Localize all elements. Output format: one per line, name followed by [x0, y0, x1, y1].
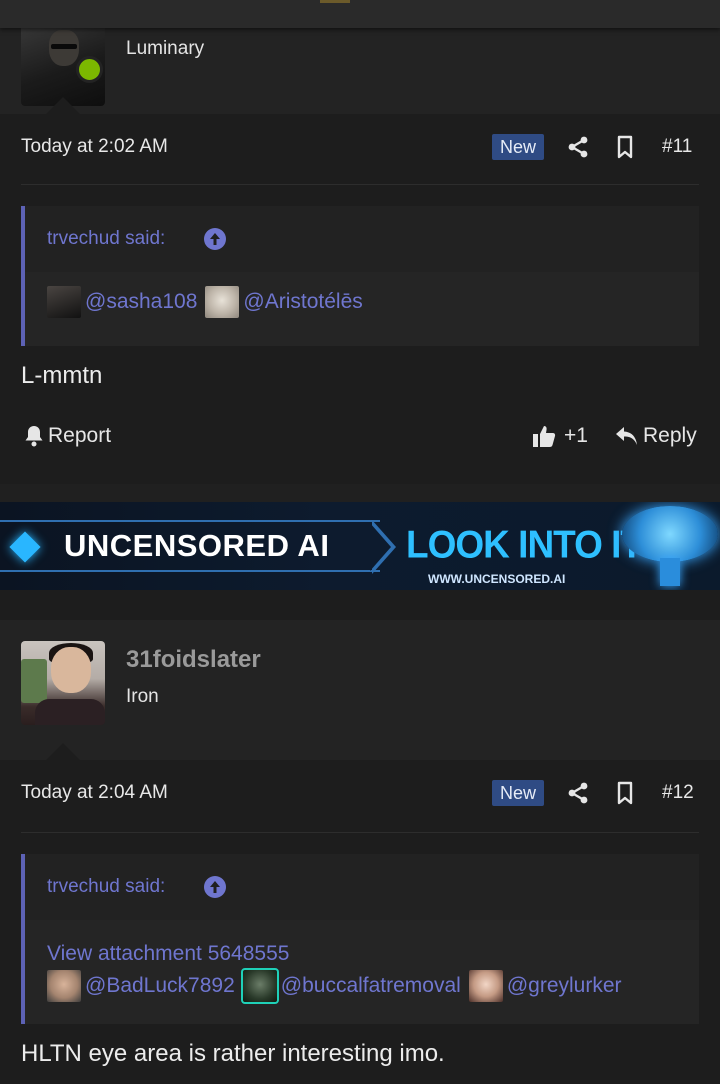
mention-link[interactable]: @greylurker — [507, 974, 622, 998]
banner-chevron-inner — [370, 523, 391, 571]
mini-avatar — [468, 970, 503, 1002]
post-author-block: Luminary — [0, 22, 720, 114]
report-label: Report — [48, 424, 112, 447]
post-date[interactable]: Today at 2:04 AM — [21, 782, 168, 804]
avatar-head — [51, 647, 91, 693]
post-author-block: 31foidslater Iron — [0, 620, 720, 760]
share-icon[interactable] — [566, 135, 590, 159]
divider — [21, 832, 699, 833]
mini-avatar — [47, 286, 81, 318]
attachment-link[interactable]: View attachment 5648555 — [47, 942, 289, 966]
quote-header: trvechud said: — [25, 854, 699, 920]
post-actions: Report +1 Reply — [0, 410, 720, 470]
post-number[interactable]: #11 — [662, 136, 692, 158]
avatar-shirt — [35, 699, 105, 725]
avatar[interactable] — [21, 641, 105, 725]
avatar-cash — [21, 659, 47, 703]
post-12: Today at 2:04 AM New #12 trvechud said: … — [0, 760, 720, 1084]
quote-block: trvechud said: @sasha108 @Aristotélēs — [21, 206, 699, 346]
user-title: Luminary — [126, 38, 205, 59]
post-date[interactable]: Today at 2:02 AM — [21, 136, 168, 158]
mention-link[interactable]: @BadLuck7892 — [85, 974, 235, 998]
bell-icon — [25, 426, 43, 447]
report-button[interactable]: Report — [24, 424, 111, 448]
advertisement-banner[interactable]: UNCENSORED AI LOOK INTO IT WWW.UNCENSORE… — [0, 502, 720, 590]
like-count: +1 — [564, 424, 588, 447]
top-nav-bar — [0, 0, 720, 28]
mention-link[interactable]: @Aristotélēs — [243, 290, 362, 314]
mini-avatar — [240, 968, 279, 1004]
mini-avatar — [47, 970, 81, 1002]
brain-icon — [622, 506, 718, 562]
mention-row: @sasha108 @Aristotélēs — [47, 286, 367, 318]
bookmark-icon[interactable] — [613, 781, 637, 805]
post-message: HLTN eye area is rather interesting imo. — [21, 1040, 445, 1067]
quote-author-link[interactable]: trvechud said: — [47, 228, 165, 250]
arrow-up-circle-icon[interactable] — [204, 876, 226, 898]
quote-block: trvechud said: View attachment 5648555 @… — [21, 854, 699, 1024]
post-meta: Today at 2:04 AM New #12 — [0, 760, 720, 832]
mention-link[interactable]: @sasha108 — [85, 290, 197, 314]
banner-brand: UNCENSORED AI — [64, 528, 330, 563]
mention-row: @BadLuck7892 @buccalfatremoval @greylurk… — [47, 968, 626, 1004]
online-status-indicator — [76, 56, 103, 83]
username[interactable]: 31foidslater — [126, 646, 261, 674]
reply-icon — [616, 427, 637, 445]
share-icon[interactable] — [566, 781, 590, 805]
brain-stem-graphic — [660, 558, 680, 586]
thumbs-up-icon — [533, 426, 556, 447]
message-pointer — [46, 743, 80, 760]
mention-link[interactable]: @buccalfatremoval — [281, 974, 461, 998]
arrow-up-circle-icon[interactable] — [204, 228, 226, 250]
new-badge: New — [492, 780, 545, 806]
nav-logo-fragment — [320, 0, 350, 3]
reply-button[interactable]: Reply — [615, 424, 697, 448]
avatar-glasses — [51, 44, 77, 49]
divider — [21, 184, 699, 185]
like-button[interactable]: +1 — [532, 424, 588, 448]
new-badge: New — [492, 134, 545, 160]
post-message: L-mmtn — [21, 362, 103, 389]
mini-avatar — [205, 286, 240, 318]
quote-author-link[interactable]: trvechud said: — [47, 876, 165, 898]
bookmark-icon[interactable] — [613, 135, 637, 159]
reply-label: Reply — [643, 424, 697, 447]
post-meta: Today at 2:02 AM New #11 — [0, 114, 720, 186]
message-pointer — [46, 97, 80, 114]
banner-cta: LOOK INTO IT — [406, 522, 643, 566]
quote-header: trvechud said: — [25, 206, 699, 272]
post-11: Today at 2:02 AM New #11 trvechud said: … — [0, 114, 720, 484]
user-title: Iron — [126, 686, 159, 707]
post-number[interactable]: #12 — [662, 782, 694, 804]
banner-url: WWW.UNCENSORED.AI — [428, 572, 566, 586]
spacer — [0, 590, 720, 620]
